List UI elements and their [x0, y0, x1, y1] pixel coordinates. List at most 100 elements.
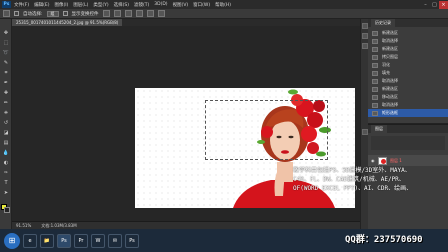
menu-edit[interactable]: 编辑(E) [34, 2, 49, 8]
ie-icon[interactable]: e [23, 233, 37, 248]
history-item[interactable]: 新建选区 [368, 29, 448, 37]
history-step-icon [372, 62, 378, 68]
history-step-icon [372, 38, 378, 44]
menu-3d[interactable]: 3D(D) [154, 2, 167, 7]
menu-bar: Ps 文件(F) 编辑(E) 图像(I) 图层(L) 类型(Y) 选择(S) 滤… [0, 0, 448, 9]
move-tool-icon[interactable]: ✥ [2, 29, 10, 36]
menu-window[interactable]: 窗口(W) [193, 2, 210, 8]
show-transform-label: 显示变换控件 [71, 11, 99, 17]
align-left-icon[interactable] [135, 10, 143, 17]
photoshop-icon[interactable]: Ps [57, 233, 71, 248]
align-bottom-icon[interactable] [124, 10, 132, 17]
history-item-label: 取消选择 [382, 102, 398, 107]
tab-history[interactable]: 历史记录 [371, 19, 395, 27]
lasso-tool-icon[interactable]: ➰ [2, 49, 10, 56]
menu-help[interactable]: 帮助(H) [215, 2, 231, 8]
history-item[interactable]: 新建选区 [368, 45, 448, 53]
history-item[interactable]: 取消选择 [368, 101, 448, 109]
menu-filter[interactable]: 滤镜(T) [134, 2, 149, 8]
history-item-label: 矩形选框 [382, 110, 398, 115]
eye-icon[interactable]: ◉ [371, 158, 376, 163]
eraser-tool-icon[interactable]: ◪ [2, 129, 10, 136]
history-item-label: 移动选区 [382, 94, 398, 99]
history-step-icon [372, 86, 378, 92]
history-step-icon [372, 70, 378, 76]
layer-controls[interactable] [371, 136, 445, 150]
history-step-icon [372, 54, 378, 60]
history-step-icon [372, 78, 378, 84]
mail-icon[interactable]: ✉ [108, 233, 122, 248]
history-item-label: 取消选择 [382, 38, 398, 43]
document-info: 文档:1.03M/3.83M [41, 222, 77, 228]
history-item-label: 新建选区 [382, 46, 398, 51]
auto-select-label: 自动选择: [23, 11, 43, 17]
history-step-icon [372, 30, 378, 36]
history-item[interactable]: 填充 [368, 69, 448, 77]
promo-overlay: 教学科目包括PS、3D建模/3D室外、MAYA、 C4D、FL、DW、CAD建筑… [293, 166, 443, 236]
maximize-button[interactable]: □ [430, 1, 439, 9]
dodge-tool-icon[interactable]: ◐ [2, 159, 10, 166]
history-step-icon [372, 94, 378, 100]
auto-select-checkbox[interactable] [14, 11, 19, 16]
history-item[interactable]: 新建选区 [368, 85, 448, 93]
eyedropper-tool-icon[interactable]: ✒ [2, 79, 10, 86]
path-select-tool-icon[interactable]: ➤ [2, 189, 10, 196]
history-item[interactable]: 羽化 [368, 61, 448, 69]
auto-select-dropdown[interactable]: 组 [46, 10, 59, 17]
photoshop-logo: Ps [2, 1, 11, 8]
history-item-label: 拷贝图层 [382, 54, 398, 59]
history-item-label: 取消选择 [382, 78, 398, 83]
menu-select[interactable]: 选择(S) [114, 2, 129, 8]
window-controls: – □ × [421, 0, 448, 9]
marquee-tool-icon[interactable]: ⬚ [2, 39, 10, 46]
show-transform-checkbox[interactable] [62, 11, 68, 16]
history-item-label: 新建选区 [382, 86, 398, 91]
word-icon[interactable]: W [91, 233, 105, 248]
move-tool-icon[interactable] [3, 10, 10, 17]
minimize-button[interactable]: – [421, 1, 430, 9]
photoshop-icon-2[interactable]: Ps [125, 233, 139, 248]
layer-thumbnail [378, 156, 387, 165]
promo-line: C4D、FL、DW、CAD建筑/机械、AE/PR、 [293, 176, 405, 183]
brush-tool-icon[interactable]: ✏ [2, 99, 10, 106]
history-step-icon [372, 102, 378, 108]
qq-group-text: QQ群：237570690 [345, 235, 423, 245]
pen-tool-icon[interactable]: ✑ [2, 169, 10, 176]
align-right-icon[interactable] [157, 10, 165, 17]
marquee-selection[interactable] [205, 100, 328, 160]
align-center-icon[interactable] [146, 10, 154, 17]
history-item[interactable]: 取消选择 [368, 77, 448, 85]
close-button[interactable]: × [439, 0, 448, 9]
type-tool-icon[interactable]: T [2, 179, 10, 186]
history-item[interactable]: 拷贝图层 [368, 53, 448, 61]
layer-row[interactable]: ◉ 图层 1 [368, 155, 448, 166]
start-button[interactable]: ⊞ [4, 232, 20, 249]
document-tab[interactable]: 25315_0017401011445204_2.jpg @ 91.5%(RGB… [12, 19, 123, 26]
layers-panel-tabs: 图层 [368, 125, 448, 133]
options-bar: 自动选择: 组 显示变换控件 [0, 9, 448, 19]
history-brush-tool-icon[interactable]: ↺ [2, 119, 10, 126]
menu-view[interactable]: 视图(V) [173, 2, 189, 8]
history-item-selected[interactable]: 矩形选框 [368, 109, 448, 117]
history-item[interactable]: 取消选择 [368, 37, 448, 45]
premiere-icon[interactable]: Pr [74, 233, 88, 248]
zoom-level[interactable]: 91.51% [16, 223, 31, 228]
background-color-swatch[interactable] [4, 207, 10, 213]
crop-tool-icon[interactable]: ⌗ [2, 69, 10, 76]
healing-brush-tool-icon[interactable]: ✚ [2, 89, 10, 96]
menu-file[interactable]: 文件(F) [14, 2, 29, 8]
history-step-icon [372, 46, 378, 52]
folder-icon[interactable]: 📁 [40, 233, 54, 248]
gradient-tool-icon[interactable]: ▤ [2, 139, 10, 146]
menu-type[interactable]: 类型(Y) [93, 2, 108, 8]
menu-image[interactable]: 图像(I) [54, 2, 68, 8]
menu-layer[interactable]: 图层(L) [73, 2, 88, 8]
align-middle-icon[interactable] [113, 10, 121, 17]
align-top-icon[interactable] [102, 10, 110, 17]
quick-select-tool-icon[interactable]: ✎ [2, 59, 10, 66]
clone-stamp-tool-icon[interactable]: ⎈ [2, 109, 10, 116]
history-item-label: 羽化 [382, 62, 390, 67]
history-item[interactable]: 移动选区 [368, 93, 448, 101]
tab-layers[interactable]: 图层 [371, 125, 387, 133]
blur-tool-icon[interactable]: 💧 [2, 149, 10, 156]
